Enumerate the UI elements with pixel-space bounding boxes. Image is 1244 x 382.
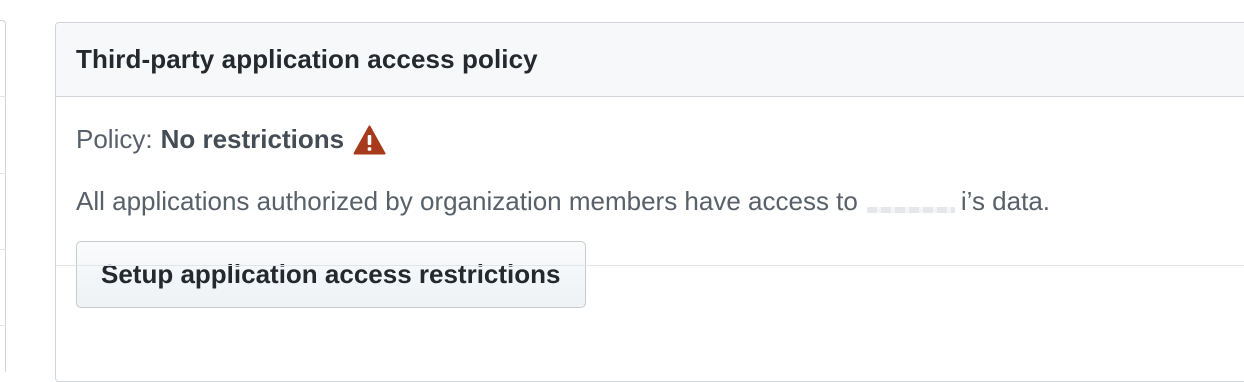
policy-description: All applications authorized by organizat… xyxy=(76,186,1050,217)
sidebar-divider xyxy=(0,96,6,97)
panel-header: Third-party application access policy xyxy=(56,23,1244,97)
setup-access-restrictions-button[interactable]: Setup application access restrictions xyxy=(76,241,586,308)
left-sidebar-edge xyxy=(0,20,6,372)
policy-label: Policy: xyxy=(76,124,153,154)
warning-triangle-icon xyxy=(353,125,386,155)
description-suffix: i’s data. xyxy=(960,186,1051,216)
policy-value: No restrictions xyxy=(160,124,345,154)
sidebar-divider xyxy=(0,249,6,250)
sidebar-divider xyxy=(0,173,6,174)
panel-divider xyxy=(56,265,1244,266)
redacted-organization-name xyxy=(866,207,955,213)
sidebar-divider xyxy=(0,325,6,326)
description-text: All applications authorized by organizat… xyxy=(76,186,858,216)
panel-title: Third-party application access policy xyxy=(76,44,538,74)
policy-status: Policy: No restrictions xyxy=(76,124,386,155)
access-policy-panel: Third-party application access policy Po… xyxy=(55,22,1244,382)
